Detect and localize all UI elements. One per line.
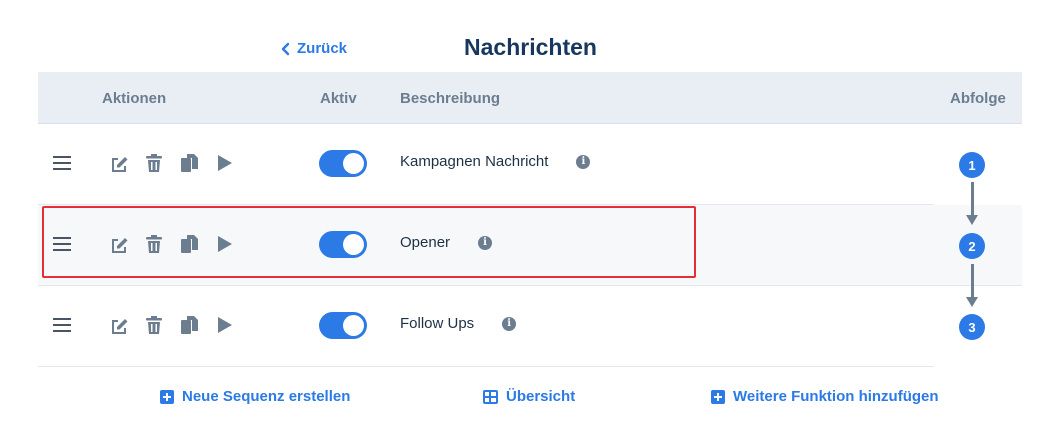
- toggle-knob: [343, 234, 364, 255]
- play-icon[interactable]: [213, 152, 235, 174]
- row-actions: [108, 314, 235, 336]
- table-row: Opener i: [38, 205, 1022, 286]
- column-header-description: Beschreibung: [400, 90, 501, 107]
- row-description: Opener i: [400, 234, 493, 251]
- description-text: Opener: [400, 234, 451, 251]
- drag-handle-icon[interactable]: [52, 314, 72, 336]
- row-description: Kampagnen Nachricht i: [400, 153, 591, 170]
- trash-icon[interactable]: [143, 314, 165, 336]
- new-sequence-button[interactable]: Neue Sequenz erstellen: [160, 388, 350, 405]
- new-sequence-label: Neue Sequenz erstellen: [182, 388, 351, 405]
- active-toggle[interactable]: [319, 231, 367, 258]
- plus-square-icon: [160, 389, 174, 404]
- column-header-sequence: Abfolge: [950, 90, 1006, 107]
- toggle-knob: [343, 315, 364, 336]
- trash-icon[interactable]: [143, 233, 165, 255]
- sequence-arrow-icon: [966, 264, 978, 308]
- table-row: Follow Ups i: [38, 286, 934, 367]
- column-header-actions: Aktionen: [102, 90, 167, 107]
- drag-handle-icon[interactable]: [52, 233, 72, 255]
- toggle-knob: [343, 153, 364, 174]
- add-function-button[interactable]: Weitere Funktion hinzufügen: [711, 388, 939, 405]
- info-icon[interactable]: i: [576, 154, 591, 169]
- description-text: Kampagnen Nachricht: [400, 153, 549, 170]
- table-row: Kampagnen Nachricht i: [38, 124, 934, 205]
- row-actions: [108, 233, 235, 255]
- play-icon[interactable]: [213, 314, 235, 336]
- play-icon[interactable]: [213, 233, 235, 255]
- table-header: Aktionen Aktiv Beschreibung Abfolge: [38, 72, 1022, 124]
- active-toggle[interactable]: [319, 312, 367, 339]
- info-icon[interactable]: i: [502, 316, 517, 331]
- row-actions: [108, 152, 235, 174]
- row-description: Follow Ups i: [400, 315, 517, 332]
- copy-icon[interactable]: [178, 233, 200, 255]
- plus-square-icon: [711, 389, 725, 404]
- column-header-active: Aktiv: [320, 90, 357, 107]
- copy-icon[interactable]: [178, 314, 200, 336]
- copy-icon[interactable]: [178, 152, 200, 174]
- description-text: Follow Ups: [400, 315, 475, 332]
- page-title: Nachrichten: [464, 34, 597, 60]
- edit-icon[interactable]: [108, 152, 130, 174]
- drag-handle-icon[interactable]: [52, 152, 72, 174]
- trash-icon[interactable]: [143, 152, 165, 174]
- sequence-badge: 3: [959, 314, 985, 340]
- sequence-arrow-icon: [966, 182, 978, 226]
- add-function-label: Weitere Funktion hinzufügen: [733, 388, 939, 405]
- sequence-badge: 1: [959, 152, 985, 178]
- active-toggle[interactable]: [319, 150, 367, 177]
- sequence-badge: 2: [959, 233, 985, 259]
- edit-icon[interactable]: [108, 233, 130, 255]
- edit-icon[interactable]: [108, 314, 130, 336]
- overview-button[interactable]: Übersicht: [483, 388, 575, 405]
- table-icon: [483, 389, 498, 404]
- overview-label: Übersicht: [506, 388, 576, 405]
- info-icon[interactable]: i: [478, 235, 493, 250]
